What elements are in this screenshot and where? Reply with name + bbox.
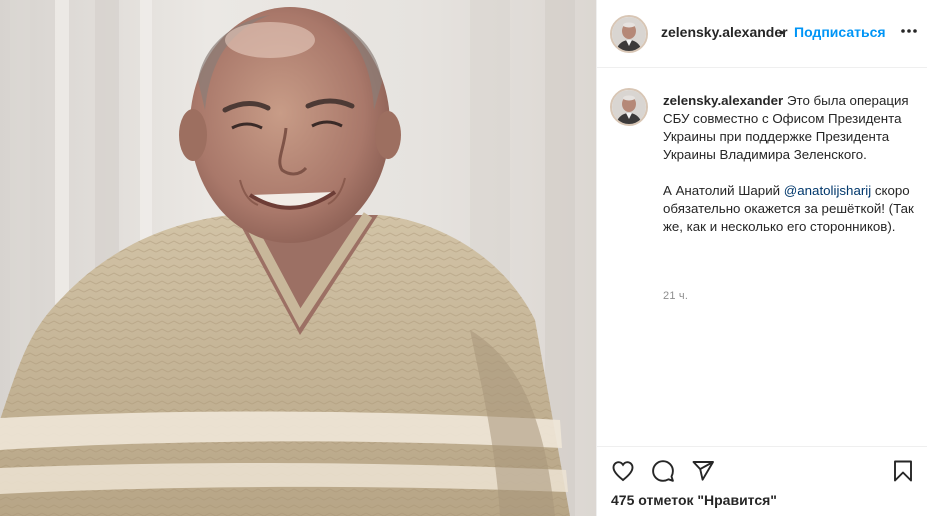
header-username-link[interactable]: zelensky.alexander xyxy=(661,24,788,40)
post-timestamp[interactable]: 21 ч. xyxy=(663,290,688,302)
comment-icon[interactable] xyxy=(651,459,675,483)
caption-text: zelensky.alexander Это была операция СБУ… xyxy=(663,92,915,236)
photo-of-man-in-sweater xyxy=(0,0,596,516)
avatar-image xyxy=(612,90,646,124)
avatar-image xyxy=(612,17,646,51)
follow-button[interactable]: Подписаться xyxy=(794,24,886,40)
caption-author-avatar[interactable] xyxy=(610,88,648,126)
likes-count[interactable]: 475 отметок "Нравится" xyxy=(611,492,777,508)
post-sidebar: zelensky.alexander • Подписаться zelensk… xyxy=(596,0,927,516)
caption-paragraph-1: zelensky.alexander Это была операция СБУ… xyxy=(663,92,915,164)
heart-icon[interactable] xyxy=(611,459,635,483)
author-avatar[interactable] xyxy=(610,15,648,53)
caption-username-link[interactable]: zelensky.alexander xyxy=(663,93,783,108)
action-bar xyxy=(597,446,927,483)
caption-paragraph-2: А Анатолий Шарий @anatolijsharij скоро о… xyxy=(663,182,915,236)
post-header: zelensky.alexander • Подписаться xyxy=(597,0,927,68)
more-horizontal-icon[interactable] xyxy=(900,20,918,42)
bookmark-icon[interactable] xyxy=(891,459,915,483)
caption-text-part2-before: А Анатолий Шарий xyxy=(663,183,784,198)
post-photo[interactable] xyxy=(0,0,596,516)
paper-plane-icon[interactable] xyxy=(691,459,715,483)
instagram-post: zelensky.alexander • Подписаться zelensk… xyxy=(0,0,927,516)
mention-link[interactable]: @anatolijsharij xyxy=(784,183,871,198)
header-separator: • xyxy=(779,24,784,40)
